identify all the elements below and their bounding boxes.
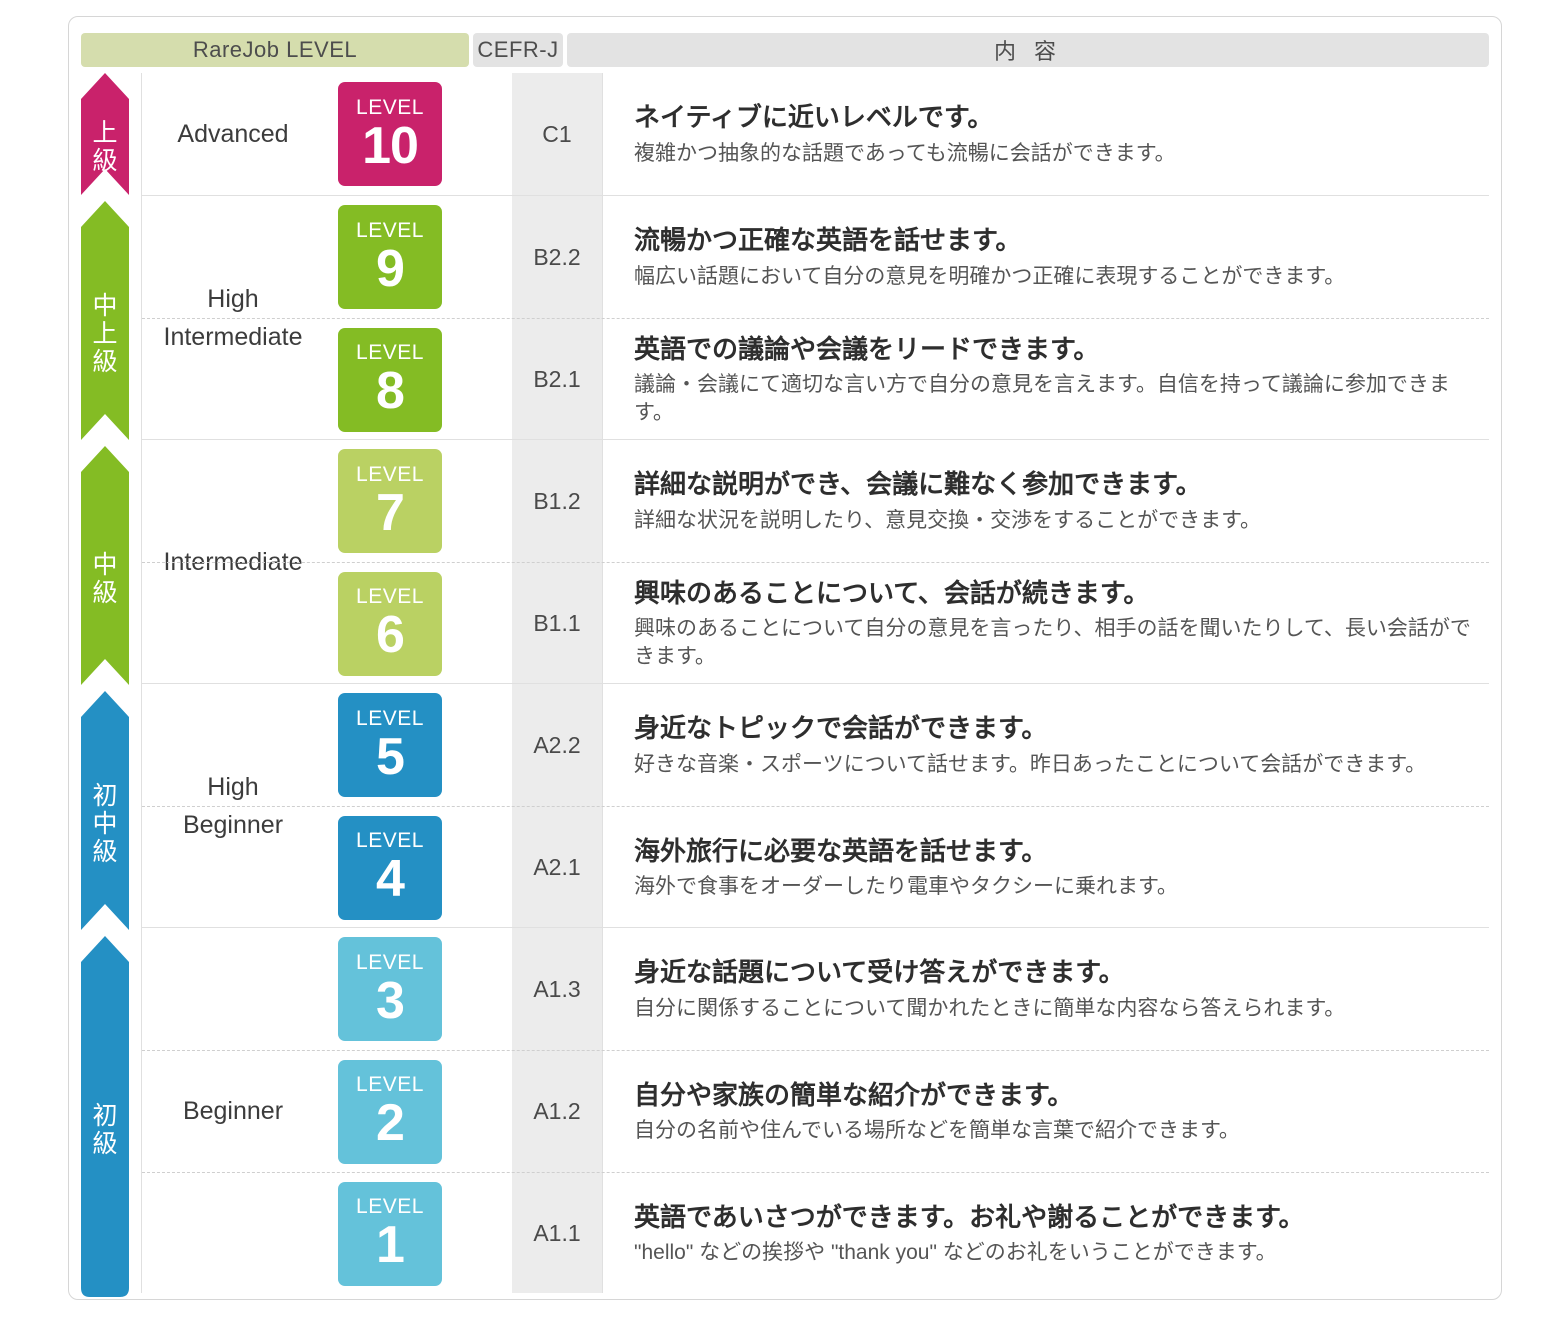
level-row: LEVEL 6 B1.1 興味のあることについて、会話が続きます。 興味のあることについ… [142,562,1489,684]
description-title: ネイティブに近いレベルです。 [634,102,994,133]
level-word: LEVEL [356,829,424,852]
level-word: LEVEL [356,218,424,242]
level-word: LEVEL [356,1195,424,1218]
proficiency-arrow-ribbon: 上級中上級中級初中級初級 [81,73,129,1297]
level-description: 英語であいさつができます。お礼や謝ることができます。 "hello" などの挨拶や… [634,1173,1479,1294]
description-title: 身近な話題について受け答えができます。 [634,957,1125,988]
cefr-code: B2.2 [533,243,581,270]
level-description: 海外旅行に必要な英語を話せます。海外で食事をオーダーしたり電車やタクシーに乗れま… [634,807,1479,928]
cefr-code: B2.1 [533,366,581,392]
ribbon-label-high-beginner: 初中級 [92,781,118,866]
description-title: 自分や家族の簡単な紹介ができます。 [634,1079,1074,1110]
level-row: LEVEL 9 B2.2 流暢かつ正確な英語を話せます。幅広い話題において自分の意見を… [142,196,1489,318]
level-row: LEVEL 10 C1 ネイティブに近いレベルです。複雑かつ抽象的な話題であっても流暢… [142,73,1489,195]
description-title: 英語であいさつができます。お礼や謝ることができます。 [634,1201,1305,1232]
level-row: LEVEL 4 A2.1 海外旅行に必要な英語を話せます。海外で食事をオーダーしたり電… [142,806,1489,928]
level-word: LEVEL [356,462,424,486]
cefr-code: B1.2 [533,487,581,514]
level-row: LEVEL 3 A1.3 身近な話題について受け答えができます。自分に関係することにつ… [142,928,1489,1050]
description-subtitle: "hello" などの挨拶や "thank you" などのお礼をいうことができ… [634,1241,1277,1265]
level-word: LEVEL [356,1073,424,1096]
description-subtitle: 幅広い話題において自分の意見を明確かつ正確に表現することができます。 [634,264,1346,288]
level-description: 詳細な説明ができ、会議に難なく参加できます。詳細な状況を説明したり、意見交換・交… [634,440,1479,562]
level-badge-8[interactable]: LEVEL 8 [338,327,442,432]
description-title: 身近なトピックで会話ができます。 [634,713,1048,744]
level-badge-1[interactable]: LEVEL 1 [338,1181,442,1286]
description-subtitle: 自分に関係することについて聞かれたときに簡単な内容なら答えられます。 [634,996,1346,1020]
level-word: LEVEL [356,95,424,119]
level-badge-4[interactable]: LEVEL 4 [338,815,442,920]
level-number: 8 [376,362,405,420]
level-band: Intermediate LEVEL 7 B1.2 詳細な説明ができ、会議に難なく参加で… [142,439,1489,683]
level-badge-7[interactable]: LEVEL 7 [338,449,442,553]
level-description: 身近な話題について受け答えができます。自分に関係することについて聞かれたときに簡… [634,928,1479,1050]
level-table: Advanced LEVEL 10 C1 ネイティブに近いレベルです。 複雑かつ抽象的な話… [141,73,1489,1293]
cefr-code: A2.2 [533,731,581,758]
ribbon-label-beginner: 初級 [92,1101,118,1158]
description-subtitle: 興味のあることについて自分の意見を言ったり、相手の話を聞いたりして、長い会話がで… [634,617,1471,668]
level-row: LEVEL 8 B2.1 英語での議論や会議をリードできます。議論・会議にて適切な言い… [142,318,1489,440]
level-grid: 上級中上級中級初中級初級 Advanced LEVEL 10 C1 ネイティブに近いレベ… [81,73,1489,1297]
level-word: LEVEL [356,341,424,364]
level-band: Advanced LEVEL 10 C1 ネイティブに近いレベルです。 複雑かつ抽象的な話… [142,73,1489,195]
level-badge-5[interactable]: LEVEL 5 [338,693,442,797]
description-subtitle: 複雑かつ抽象的な話題であっても流暢に会話ができます。 [634,141,1176,165]
cefr-code: A1.1 [533,1220,581,1246]
cefr-code: B1.1 [533,610,581,636]
level-word: LEVEL [356,706,424,730]
cefr-code: A1.3 [533,975,581,1002]
description-title: 詳細な説明ができ、会議に難なく参加できます。 [634,469,1202,500]
level-badge-10[interactable]: LEVEL 10 [338,82,442,186]
level-row: LEVEL 7 B1.2 詳細な説明ができ、会議に難なく参加できます。詳細な状況を説明… [142,440,1489,562]
level-band: Beginner LEVEL 3 A1.3 身近な話題について受け答えができます。 自分に… [142,927,1489,1293]
level-badge-2[interactable]: LEVEL 2 [338,1059,442,1164]
description-subtitle: 好きな音楽・スポーツについて話せます。昨日あったことについて会話ができます。 [634,752,1427,776]
level-number: 2 [376,1094,405,1152]
level-description: ネイティブに近いレベルです。複雑かつ抽象的な話題であっても流暢に会話ができます。 [634,73,1479,195]
ribbon-label-intermediate: 中級 [92,550,118,607]
level-number: 6 [376,606,405,664]
description-subtitle: 自分の名前や住んでいる場所などを簡単な言葉で紹介できます。 [634,1119,1240,1143]
ribbon-label-high-intermediate: 中上級 [92,291,118,376]
description-title: 興味のあることについて、会話が続きます。 [634,577,1150,608]
level-band: High Intermediate LEVEL 9 B2.2 流暢かつ正確な英語を話せます… [142,195,1489,439]
level-band: High Beginner LEVEL 5 A2.2 身近なトピックで会話ができます。 好き… [142,683,1489,927]
level-badge-6[interactable]: LEVEL 6 [338,571,442,676]
level-badge-9[interactable]: LEVEL 9 [338,205,442,309]
description-title: 流暢かつ正確な英語を話せます。 [634,225,1022,256]
description-subtitle: 議論・会議にて適切な言い方で自分の意見を言えます。自信を持って議論に参加できます… [634,373,1450,424]
description-subtitle: 詳細な状況を説明したり、意見交換・交渉をすることができます。 [634,508,1262,532]
level-row: LEVEL 1 A1.1 英語であいさつができます。お礼や謝ることができます。 "hel… [142,1172,1489,1294]
level-row: LEVEL 5 A2.2 身近なトピックで会話ができます。好きな音楽・スポーツについて… [142,684,1489,806]
level-number: 9 [376,239,405,298]
cefr-code: C1 [542,120,572,147]
level-chart-frame: RareJob LEVEL CEFR-J 内 容 上級中上級中級初中級初級 Ad… [68,16,1502,1300]
level-row: LEVEL 2 A1.2 自分や家族の簡単な紹介ができます。自分の名前や住んでいる場所… [142,1050,1489,1172]
header-content: 内 容 [567,33,1489,67]
level-description: 英語での議論や会議をリードできます。議論・会議にて適切な言い方で自分の意見を言え… [634,319,1479,440]
level-word: LEVEL [356,950,424,974]
level-number: 4 [376,850,405,908]
level-number: 1 [376,1216,405,1274]
level-description: 身近なトピックで会話ができます。好きな音楽・スポーツについて話せます。昨日あった… [634,684,1479,806]
level-description: 自分や家族の簡単な紹介ができます。自分の名前や住んでいる場所などを簡単な言葉で紹… [634,1051,1479,1172]
header-rarejob-level: RareJob LEVEL [81,33,469,67]
level-number: 10 [362,116,419,175]
level-number: 5 [376,727,405,786]
ribbon-label-advanced: 上級 [92,119,118,175]
description-subtitle: 海外で食事をオーダーしたり電車やタクシーに乗れます。 [634,875,1178,899]
level-number: 7 [376,483,405,542]
description-title: 英語での議論や会議をリードできます。 [634,333,1100,364]
level-description: 興味のあることについて、会話が続きます。興味のあることについて自分の意見を言った… [634,563,1479,684]
cefr-code: A1.2 [533,1098,581,1124]
header-cefr-j: CEFR-J [473,33,563,67]
level-number: 3 [376,971,405,1030]
level-badge-3[interactable]: LEVEL 3 [338,937,442,1041]
level-description: 流暢かつ正確な英語を話せます。幅広い話題において自分の意見を明確かつ正確に表現す… [634,196,1479,318]
cefr-code: A2.1 [533,854,581,880]
description-title: 海外旅行に必要な英語を話せます。 [634,835,1048,866]
level-word: LEVEL [356,585,424,608]
